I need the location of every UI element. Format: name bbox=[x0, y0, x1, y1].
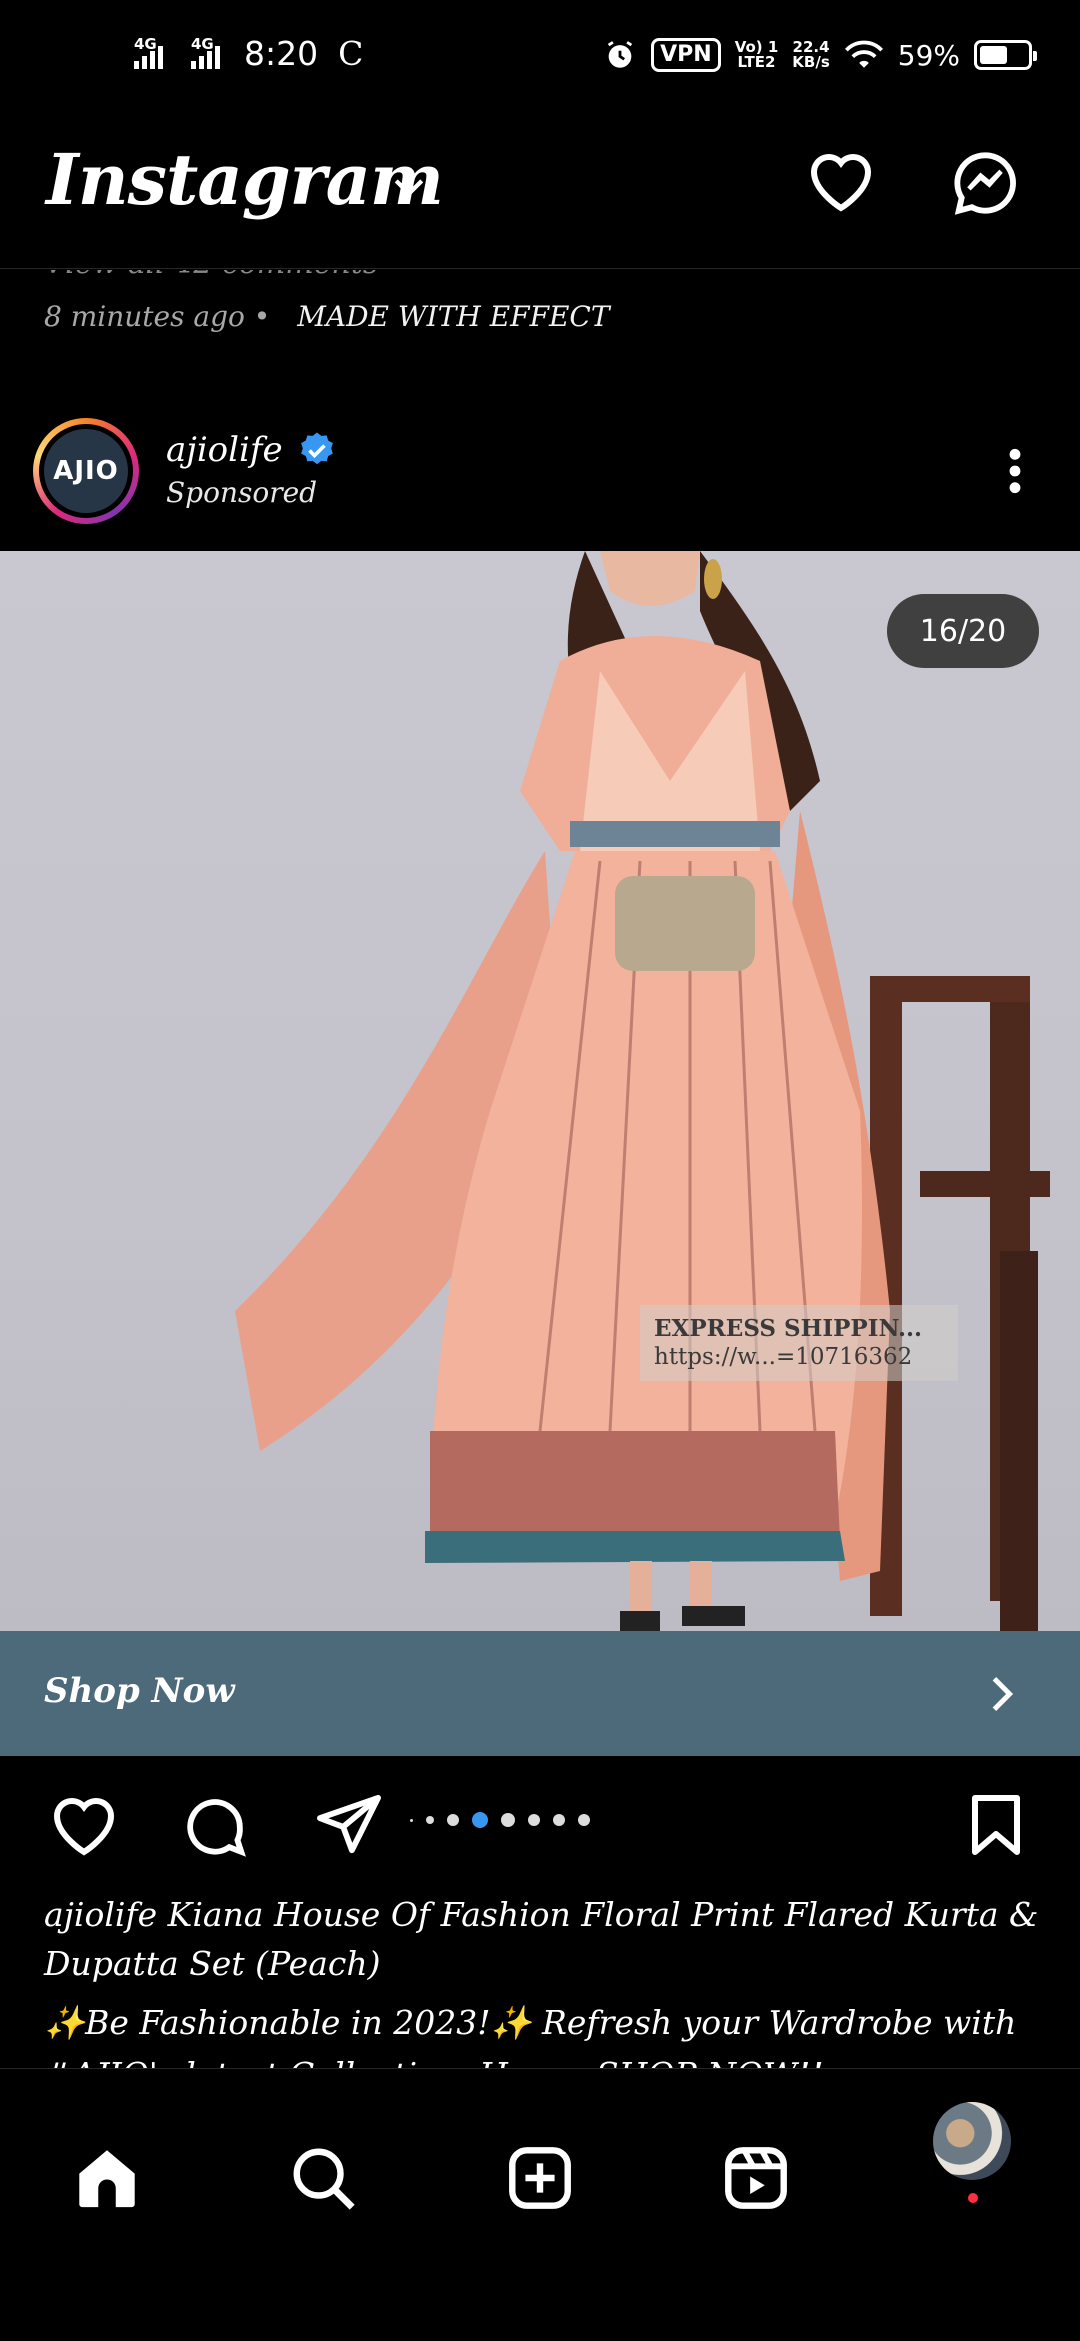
messenger-icon[interactable] bbox=[950, 148, 1020, 218]
carousel-dot bbox=[553, 1814, 565, 1826]
post-caption: ajiolife Kiana House Of Fashion Floral P… bbox=[44, 1895, 1039, 1983]
reels-icon[interactable] bbox=[721, 2143, 791, 2213]
promo-line-1: ✨Be Fashionable in 2023!✨ Refresh your W… bbox=[44, 2003, 1017, 2042]
comment-icon[interactable] bbox=[180, 1792, 250, 1862]
chevron-down-icon[interactable] bbox=[392, 176, 426, 200]
carousel-dot bbox=[578, 1814, 590, 1826]
search-icon[interactable] bbox=[288, 2143, 358, 2213]
wifi-icon bbox=[844, 40, 883, 68]
carousel-dot bbox=[410, 1818, 413, 1822]
network-speed: 22.4 KB/s bbox=[792, 38, 830, 71]
bottom-nav bbox=[0, 2068, 1080, 2341]
battery-icon bbox=[974, 40, 1037, 70]
like-icon[interactable] bbox=[48, 1792, 120, 1858]
app-header: Instagram bbox=[0, 118, 1080, 269]
carousel-dot bbox=[501, 1813, 515, 1827]
instagram-logo[interactable]: Instagram bbox=[46, 138, 444, 221]
account-avatar[interactable]: AJIO bbox=[33, 418, 139, 524]
home-icon[interactable] bbox=[72, 2143, 142, 2213]
overlay-title: EXPRESS SHIPPIN... bbox=[654, 1315, 923, 1342]
carrier-glyph: C bbox=[338, 34, 364, 73]
carousel-dots bbox=[410, 1812, 590, 1828]
carousel-counter: 16/20 bbox=[887, 594, 1039, 668]
verified-icon bbox=[300, 432, 333, 465]
heart-icon[interactable] bbox=[805, 148, 877, 214]
save-icon[interactable] bbox=[966, 1792, 1026, 1858]
post-meta: 8 minutes ago • MADE WITH EFFECT bbox=[44, 300, 610, 333]
battery-percent: 59% bbox=[897, 38, 960, 72]
status-bar: 4G 4G 8:20 C VPN Vo) 1 LTE2 22.4 KB/s 59% bbox=[0, 0, 1080, 118]
overlay-url: https://w...=10716362 bbox=[654, 1344, 913, 1370]
post-image[interactable] bbox=[0, 551, 1080, 1631]
model-illustration bbox=[235, 551, 1050, 1631]
account-name-row[interactable]: ajiolife bbox=[166, 430, 337, 470]
username[interactable]: ajiolife bbox=[166, 430, 283, 470]
signal-icon-2: 4G bbox=[191, 35, 220, 69]
create-icon[interactable] bbox=[505, 2143, 575, 2213]
notification-dot bbox=[968, 2193, 978, 2203]
separator-dot: • bbox=[253, 300, 280, 333]
signal-icon: 4G bbox=[134, 35, 163, 69]
more-options-icon[interactable] bbox=[1000, 446, 1030, 496]
shipping-overlay: EXPRESS SHIPPIN... https://w...=10716362 bbox=[640, 1305, 958, 1381]
carousel-dot bbox=[426, 1816, 434, 1824]
chevron-right-icon bbox=[992, 1677, 1014, 1711]
clock: 8:20 bbox=[244, 34, 319, 73]
post-time: 8 minutes ago bbox=[44, 300, 245, 333]
vpn-badge: VPN bbox=[651, 38, 721, 72]
shop-now-button[interactable]: Shop Now bbox=[0, 1631, 1080, 1756]
carousel-dot bbox=[472, 1812, 488, 1828]
sponsored-label: Sponsored bbox=[166, 476, 318, 509]
shop-now-label: Shop Now bbox=[44, 1671, 235, 1711]
share-icon[interactable] bbox=[314, 1792, 384, 1856]
profile-avatar[interactable] bbox=[933, 2102, 1011, 2180]
carousel-dot bbox=[447, 1814, 459, 1826]
effect-link[interactable]: MADE WITH EFFECT bbox=[297, 300, 609, 333]
carousel-dot bbox=[528, 1814, 540, 1826]
alarm-icon bbox=[608, 41, 633, 68]
volte-indicator: Vo) 1 LTE2 bbox=[734, 38, 779, 71]
